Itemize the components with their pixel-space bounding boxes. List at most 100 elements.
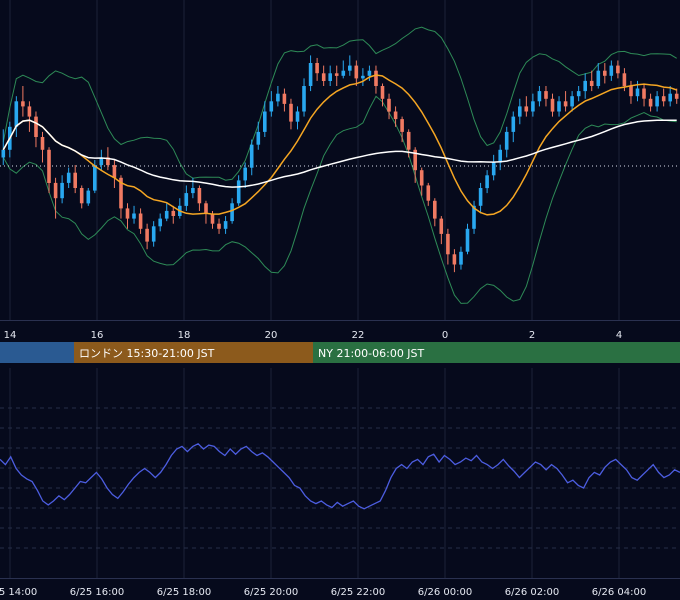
candle-body: [204, 203, 208, 214]
candle-13: [86, 188, 91, 206]
candle-31: [204, 200, 208, 224]
candle-79: [518, 98, 522, 125]
candle-body: [570, 96, 574, 107]
candle-body: [674, 93, 679, 99]
candle-body: [276, 93, 280, 102]
candle-body: [321, 73, 326, 81]
candle-body: [184, 193, 189, 206]
candle-65: [426, 182, 431, 206]
candle-55: [361, 68, 365, 86]
candle-44: [289, 98, 293, 130]
candle-body: [668, 93, 672, 102]
candle-52: [341, 60, 346, 79]
candle-75: [491, 154, 496, 181]
candle-body: [550, 98, 555, 112]
candle-body: [544, 91, 548, 99]
candle-85: [557, 96, 561, 117]
candle-99: [648, 93, 653, 112]
indicator-x-tick-label: 6/25 20:00: [244, 587, 298, 598]
indicator-x-tick-label: 6/25 22:00: [331, 587, 385, 598]
moving-average-fast: [2, 74, 677, 216]
candle-25: [164, 203, 169, 222]
candle-36: [236, 175, 241, 206]
candle-19: [125, 203, 130, 229]
candle-49: [321, 65, 326, 86]
candle-body: [603, 70, 607, 76]
candle-5: [34, 111, 38, 148]
candle-86: [563, 91, 568, 112]
candle-9: [60, 175, 64, 204]
candle-body: [315, 63, 319, 74]
candle-body: [263, 111, 267, 132]
candle-24: [158, 213, 162, 232]
candle-45: [295, 106, 300, 130]
candle-body: [1, 149, 6, 158]
candle-body: [518, 106, 522, 117]
candle-body: [531, 101, 535, 112]
candle-body: [374, 70, 378, 86]
candle-body: [616, 65, 620, 74]
candle-body: [648, 98, 653, 107]
candle-98: [642, 83, 646, 107]
session-label-1: ロンドン 15:30-21:00 JST: [79, 347, 215, 360]
candle-body: [164, 210, 169, 219]
candle-43: [282, 88, 287, 112]
candle-body: [576, 91, 581, 97]
candle-body: [661, 96, 666, 102]
candle-body: [622, 73, 627, 87]
candle-body: [655, 96, 659, 107]
price-x-tick-label: 2: [529, 330, 535, 341]
candle-103: [674, 88, 679, 104]
candle-body: [217, 223, 221, 229]
indicator-panel-grid: [0, 368, 680, 579]
candle-6: [40, 131, 45, 163]
candle-80: [524, 96, 529, 117]
candle-77: [504, 126, 509, 158]
candle-2: [14, 96, 19, 137]
candle-body: [635, 88, 640, 97]
candle-body: [21, 101, 25, 107]
candle-body: [380, 86, 385, 99]
candle-47: [308, 55, 313, 92]
candle-39: [256, 121, 261, 150]
candle-82: [537, 86, 542, 107]
candle-body: [491, 162, 496, 176]
candle-11: [73, 165, 77, 194]
price-x-tick-label: 22: [352, 330, 365, 341]
candle-body: [210, 213, 215, 224]
candle-4: [27, 101, 32, 132]
moving-average-lines: [2, 74, 677, 216]
candle-body: [589, 80, 594, 86]
candle-body: [249, 144, 254, 168]
candle-body: [419, 170, 424, 186]
candle-90: [589, 70, 594, 92]
candle-body: [557, 101, 561, 112]
candle-74: [485, 170, 489, 194]
candle-15: [99, 149, 104, 171]
candle-67: [439, 216, 444, 245]
candle-58: [380, 83, 385, 107]
candle-body: [367, 70, 372, 76]
candle-78: [511, 111, 516, 143]
candle-body: [282, 93, 287, 104]
candle-body: [563, 101, 568, 107]
candle-34: [223, 216, 228, 234]
candle-41: [269, 91, 274, 117]
indicator-x-tick-label: 6/26 00:00: [418, 587, 472, 598]
candle-body: [125, 208, 130, 219]
candle-body: [341, 70, 346, 76]
candle-body: [537, 91, 542, 102]
candle-body: [609, 65, 614, 76]
candle-body: [60, 182, 64, 199]
candle-body: [93, 165, 97, 191]
session-label-2: NY 21:00-06:00 JST: [318, 347, 425, 360]
candle-body: [498, 149, 502, 163]
candle-body: [334, 73, 339, 76]
candle-22: [145, 223, 149, 250]
price-x-tick-label: 16: [91, 330, 104, 341]
price-x-axis: 14 16 18 20 22 0 2 4: [4, 330, 623, 341]
candle-body: [504, 131, 509, 150]
candle-body: [511, 116, 516, 132]
candle-body: [302, 86, 306, 112]
candle-body: [132, 213, 136, 219]
